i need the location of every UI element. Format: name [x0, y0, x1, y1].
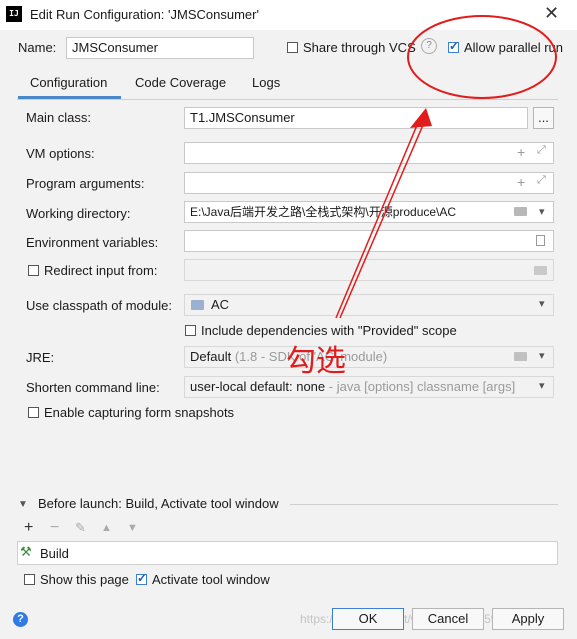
annotation-overlay — [335, 15, 557, 319]
highlight-circle — [407, 15, 557, 99]
annotation-arrow-line — [335, 117, 421, 319]
annotation-text: 勾选 — [286, 344, 346, 379]
annotation-arrow-line — [339, 117, 427, 319]
annotation-arrowhead — [410, 108, 432, 128]
